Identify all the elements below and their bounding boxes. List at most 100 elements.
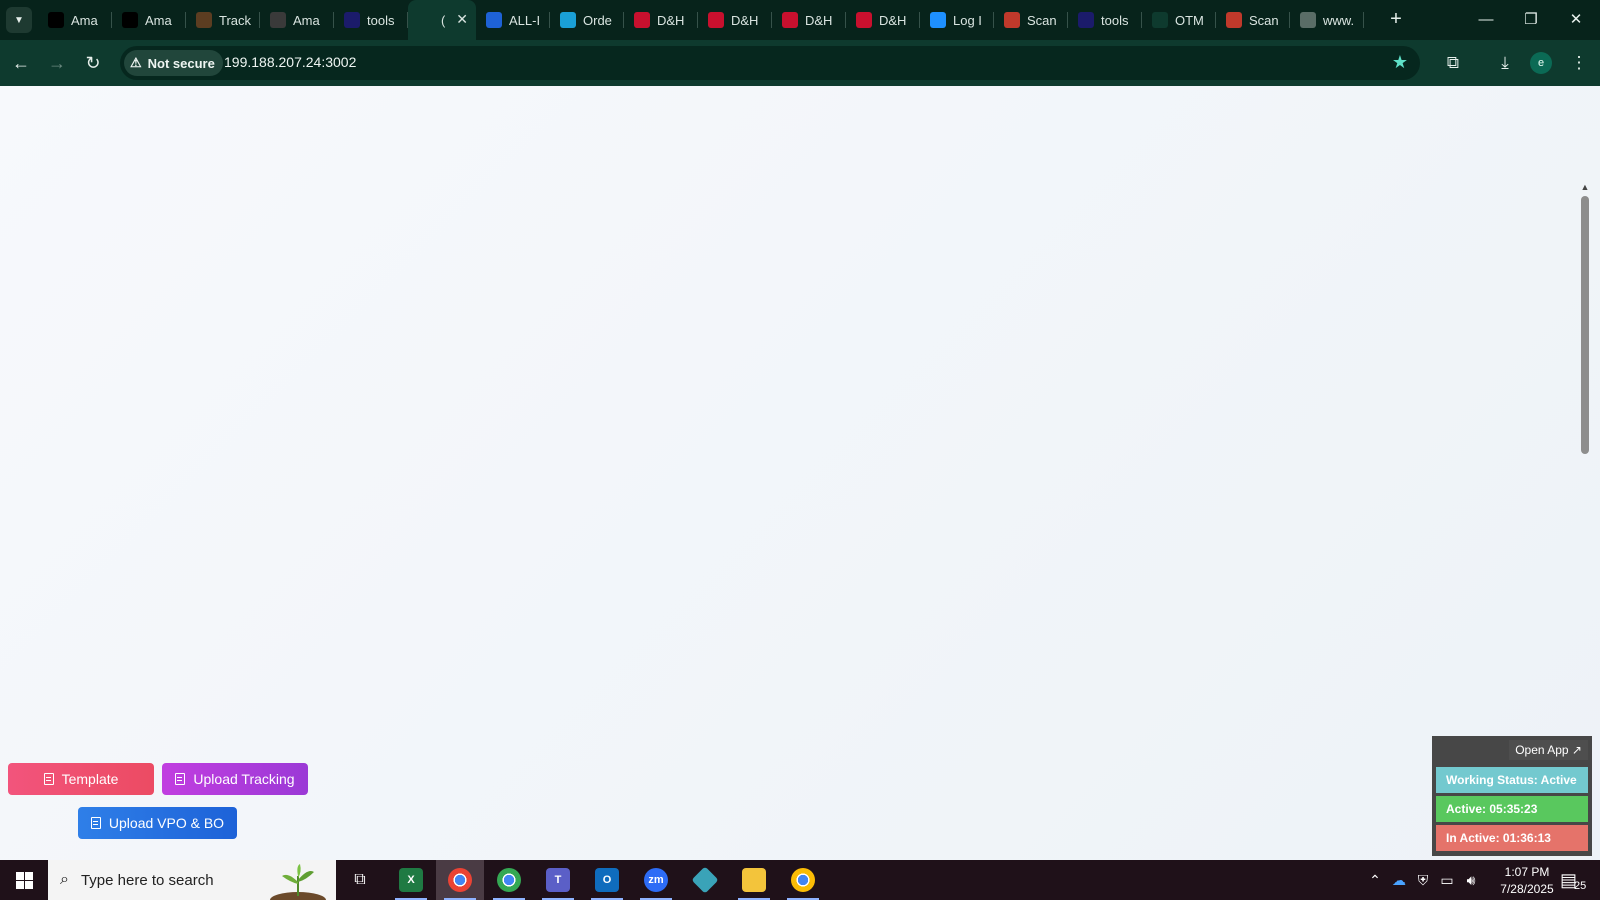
clock-date[interactable]: 7/28/2025 [1487, 882, 1567, 896]
tab-title: Log I [953, 12, 982, 28]
browser-tab[interactable]: ALL-I [476, 0, 550, 40]
browser-tab[interactable]: D&H [698, 0, 772, 40]
scan-icon [1226, 12, 1242, 28]
template-button-label: Template [61, 771, 119, 787]
upload-vpo-bo-button-label: Upload VPO & BO [108, 815, 225, 831]
taskbar-app-chrome-profile[interactable] [485, 860, 533, 900]
upload-vpo-bo-button[interactable]: Upload VPO & BO [78, 807, 237, 839]
task-view-button[interactable]: ⧉ [336, 860, 384, 900]
network-icon[interactable]: ▭ [1437, 870, 1457, 890]
scroll-thumb[interactable] [1581, 196, 1589, 454]
security-indicator[interactable]: ⚠ Not secure [124, 50, 223, 76]
download-icon[interactable]: ⤓ [1492, 50, 1518, 76]
dh-icon [856, 12, 872, 28]
tab-title: Ama [145, 12, 172, 28]
windows-logo-part [16, 881, 24, 889]
browser-tab[interactable]: Ama [38, 0, 112, 40]
app-hexagon-icon [691, 866, 719, 894]
tab-title: Scan [1249, 12, 1279, 28]
amazon-icon [48, 12, 64, 28]
ups-icon [196, 12, 212, 28]
taskbar-app-teams[interactable]: T [534, 860, 582, 900]
login-icon [930, 12, 946, 28]
browser-tab[interactable]: D&H [846, 0, 920, 40]
taskbar-app-hexagon[interactable] [681, 860, 729, 900]
bookmark-star-icon[interactable]: ★ [1392, 52, 1408, 73]
address-bar[interactable]: ⚠ Not secure 199.188.207.24:3002 ★ [120, 46, 1420, 80]
browser-tab[interactable]: tools [334, 0, 408, 40]
taskbar-app-zoom[interactable]: zm [632, 860, 680, 900]
restore-button[interactable]: ❐ [1511, 6, 1551, 34]
minimize-button[interactable]: — [1466, 6, 1506, 34]
browser-tab[interactable]: Log I [920, 0, 994, 40]
document-icon [175, 773, 186, 785]
globe-icon [1300, 12, 1316, 28]
taskbar-app-chrome-2[interactable] [779, 860, 827, 900]
taskbar-search-box[interactable]: ⌕ Type here to search [48, 860, 336, 900]
tab-title: Scan [1027, 12, 1057, 28]
notification-center-button[interactable]: ▤ 25 [1560, 868, 1590, 894]
upload-tracking-button-label: Upload Tracking [193, 771, 295, 787]
taskbar-app-outlook[interactable]: O [583, 860, 631, 900]
browser-tab[interactable]: Orde [550, 0, 624, 40]
browser-tab[interactable]: Track [186, 0, 260, 40]
new-tab-button[interactable]: + [1384, 8, 1408, 32]
menu-icon[interactable]: ⋮ [1566, 50, 1592, 76]
tray-chevron-up-icon[interactable]: ⌃ [1365, 870, 1385, 890]
windows-logo-part [25, 881, 33, 889]
tab-title: Track [219, 12, 252, 28]
taskbar-app-chrome-active[interactable] [436, 860, 484, 900]
security-tray-icon[interactable]: ⛨ [1413, 870, 1433, 890]
browser-tab[interactable]: www. [1290, 0, 1364, 40]
onedrive-icon[interactable]: ☁ [1389, 870, 1409, 890]
scan-icon [1004, 12, 1020, 28]
browser-tab[interactable]: (✕ [408, 0, 476, 40]
zoom-icon: zm [644, 868, 668, 892]
start-button[interactable] [8, 868, 40, 892]
search-placeholder: Type here to search [80, 871, 214, 889]
browser-tab[interactable]: D&H [624, 0, 698, 40]
tab-title: D&H [731, 12, 759, 28]
taskbar-app-excel[interactable]: X [387, 860, 435, 900]
plant-illustration-icon [270, 864, 326, 900]
browser-tab[interactable]: OTM [1142, 0, 1216, 40]
browser-tab[interactable]: tools [1068, 0, 1142, 40]
notification-count: 25 [1574, 880, 1587, 892]
close-window-button[interactable]: ✕ [1556, 6, 1596, 34]
tab-list: Ama Ama Track Ama tools(✕ ALL-I Orde D&H D&H D&H D… [38, 0, 1364, 40]
profile-avatar[interactable]: e [1530, 52, 1552, 74]
amazon-icon [122, 12, 138, 28]
reload-button[interactable]: ↻ [80, 50, 106, 76]
teams-icon: T [546, 868, 570, 892]
ol-icon [1152, 12, 1168, 28]
back-button[interactable]: ← [8, 50, 34, 76]
tab-search-button[interactable]: ▼ [6, 7, 32, 33]
browser-tab[interactable]: D&H [772, 0, 846, 40]
upload-tracking-button[interactable]: Upload Tracking [162, 763, 308, 795]
browser-tab[interactable]: Ama [260, 0, 334, 40]
tab-close-icon[interactable]: ✕ [456, 11, 468, 28]
browser-tab[interactable]: Scan [1216, 0, 1290, 40]
tab-title: tools [1101, 12, 1129, 28]
inactive-time-bar: In Active: 01:36:13 [1436, 825, 1588, 851]
document-icon [90, 817, 101, 829]
template-button[interactable]: Template [8, 763, 154, 795]
tab-title: Ama [293, 12, 320, 28]
windows-logo-part [25, 872, 33, 880]
dh-icon [634, 12, 650, 28]
outlook-icon: O [595, 868, 619, 892]
browser-tab[interactable]: Scan [994, 0, 1068, 40]
volume-icon[interactable]: 🔊︎ [1461, 870, 1481, 890]
url-text[interactable]: 199.188.207.24:3002 [224, 54, 356, 70]
open-app-button[interactable]: Open App ↗ [1509, 740, 1588, 760]
clock-time[interactable]: 1:07 PM [1492, 865, 1562, 879]
chrome-icon [791, 868, 815, 892]
excel-icon: X [399, 868, 423, 892]
forward-button[interactable]: → [44, 50, 70, 76]
working-status-bar: Working Status: Active [1436, 767, 1588, 793]
extensions-icon[interactable]: ⧉ [1440, 50, 1466, 76]
scroll-up-arrow-icon[interactable]: ▲ [1580, 182, 1590, 192]
tab-title: Orde [583, 12, 612, 28]
taskbar-app-file-explorer[interactable] [730, 860, 778, 900]
browser-tab[interactable]: Ama [112, 0, 186, 40]
